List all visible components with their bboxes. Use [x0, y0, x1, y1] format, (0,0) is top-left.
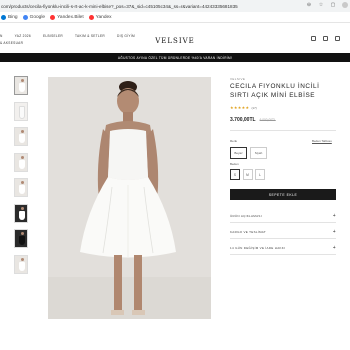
thumbnail-list — [14, 76, 28, 274]
google-icon — [22, 14, 28, 20]
color-label: Renk — [230, 139, 238, 143]
nav-item-aksesuar[interactable]: & AKSESUAR — [0, 41, 23, 45]
bookmark-yandex[interactable]: Yandex — [88, 14, 112, 20]
yandex-icon — [88, 14, 94, 20]
accordion-label: KARGO VE TESLİMAT — [230, 230, 266, 234]
nav-item-dis-giyim[interactable]: DIŞ GİYİM — [117, 34, 135, 38]
price-block: 3.700,00TL 6.000,00TL — [230, 117, 276, 123]
thumbnail[interactable] — [14, 76, 28, 95]
divider — [230, 130, 336, 131]
plus-icon: + — [332, 245, 336, 251]
thumbnail[interactable] — [14, 101, 28, 121]
plus-icon: + — [332, 213, 336, 219]
yandex-bilet-icon — [50, 14, 56, 20]
nav-item-yaz[interactable]: YAZ 2026 — [15, 34, 31, 38]
size-label: Beden — [230, 162, 239, 166]
bookmark-bing[interactable]: Bing — [1, 14, 18, 20]
site-logo[interactable]: VELSIVE — [150, 37, 200, 45]
size-option-m[interactable]: M — [242, 169, 253, 180]
current-price: 3.700,00TL — [230, 117, 256, 123]
rating-count: (17) — [251, 105, 257, 110]
size-option-l[interactable]: L — [255, 169, 265, 180]
accordion-description[interactable]: ÜRÜN AÇIKLAMASI + — [230, 210, 336, 223]
thumbnail[interactable] — [14, 152, 28, 172]
browser-url-bar[interactable]: com/products/cecila-fiyonklu-incili-s-rt… — [0, 0, 350, 12]
cart-icon[interactable] — [335, 36, 340, 41]
bookmark-google[interactable]: Google — [22, 14, 46, 20]
thumbnail[interactable] — [14, 229, 28, 248]
rating-stars-icon: ★★★★★ — [230, 105, 250, 110]
add-to-cart-button[interactable]: SEPETE EKLE — [230, 189, 336, 200]
site-header: N YAZ 2026 ELBISELER TAKIM & SETLER DIŞ … — [0, 23, 350, 53]
bing-icon — [1, 14, 6, 20]
thumbnail[interactable] — [14, 127, 28, 146]
accordion-returns[interactable]: 14 GÜN DEĞİŞİM VE İADE HAKKI + — [230, 242, 336, 255]
extension-icon[interactable]: ▢ — [330, 2, 336, 8]
main-nav: N YAZ 2026 ELBISELER TAKIM & SETLER DIŞ … — [0, 34, 135, 38]
size-chart-link[interactable]: Beden Tablosu — [312, 139, 332, 143]
accordion-label: ÜRÜN AÇIKLAMASI — [230, 214, 262, 218]
product-title: CECILA FIYONKLU İNCİLİ SIRTI AÇIK MİNİ E… — [230, 83, 320, 99]
zoom-icon[interactable]: ⊖ — [306, 2, 312, 8]
product-main-image[interactable] — [48, 77, 211, 319]
color-options: Beyaz Siyah — [230, 147, 267, 159]
thumbnail[interactable] — [14, 178, 28, 197]
nav-item-takim[interactable]: TAKIM & SETLER — [75, 34, 105, 38]
product-rating[interactable]: ★★★★★ (17) — [230, 105, 257, 110]
bookmarks-bar: Bing Google Yandex.Bilet Yandex — [0, 12, 350, 23]
size-options: S M L — [230, 169, 265, 180]
promo-banner: AĞUSTOS AYINA ÖZEL TÜM ÜRÜNLERDE %40'A V… — [0, 53, 350, 62]
nav-item-elbiseler[interactable]: ELBISELER — [43, 34, 63, 38]
bookmark-star-icon[interactable]: ☆ — [318, 2, 324, 8]
account-icon[interactable] — [323, 36, 328, 41]
plus-icon: + — [332, 229, 336, 235]
thumbnail[interactable] — [14, 254, 28, 274]
profile-avatar[interactable] — [342, 2, 348, 8]
bookmark-label: Bing — [8, 14, 18, 20]
bookmark-label: Yandex.Bilet — [57, 14, 84, 20]
url-text[interactable]: com/products/cecila-fiyonklu-incili-s-rt… — [0, 4, 300, 9]
color-option-siyah[interactable]: Siyah — [250, 147, 267, 159]
product-brand: VELSIVE — [230, 77, 246, 81]
color-option-beyaz[interactable]: Beyaz — [230, 147, 247, 159]
product-photo — [48, 77, 211, 319]
thumbnail[interactable] — [14, 203, 28, 223]
accordion-label: 14 GÜN DEĞİŞİM VE İADE HAKKI — [230, 246, 286, 250]
old-price: 6.000,00TL — [259, 118, 276, 122]
bookmark-yandex-bilet[interactable]: Yandex.Bilet — [50, 14, 84, 20]
accordion-shipping[interactable]: KARGO VE TESLİMAT + — [230, 226, 336, 239]
bookmark-label: Yandex — [95, 14, 112, 20]
nav-item-new[interactable]: N — [0, 34, 3, 38]
search-icon[interactable] — [311, 36, 316, 41]
size-option-s[interactable]: S — [230, 169, 240, 180]
bookmark-label: Google — [29, 14, 46, 20]
